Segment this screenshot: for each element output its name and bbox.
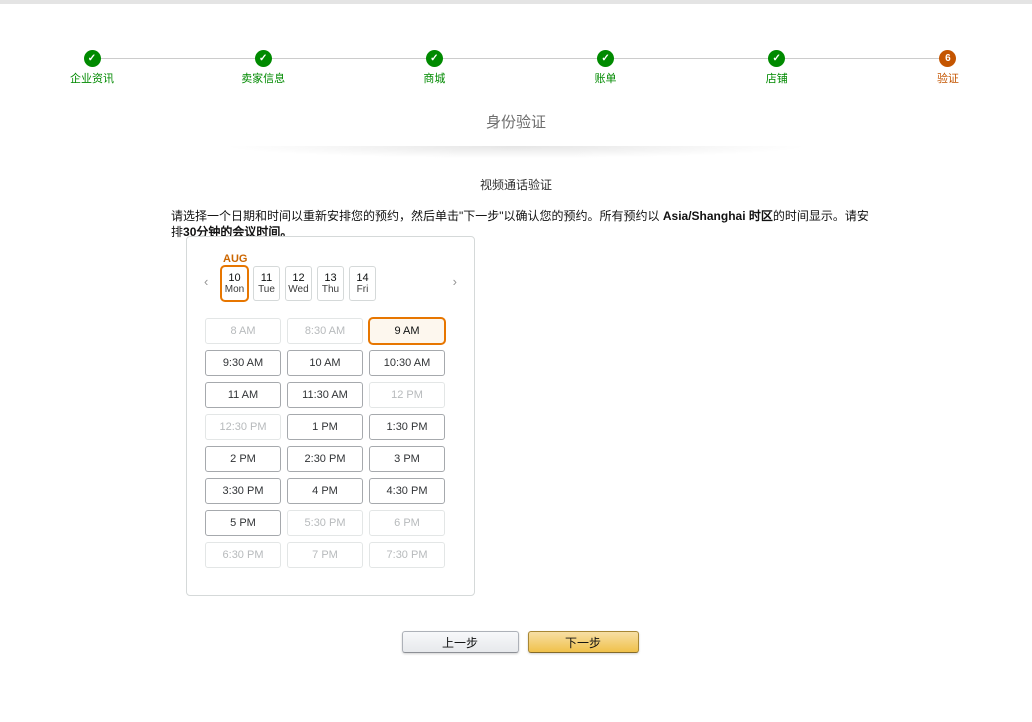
- time-slot: 6:30 PM: [205, 542, 281, 568]
- previous-step-button[interactable]: 上一步: [402, 631, 519, 653]
- time-slot[interactable]: 11 AM: [205, 382, 281, 408]
- top-divider: [0, 0, 1032, 4]
- prev-dates-chevron-icon[interactable]: ‹: [204, 275, 208, 288]
- wizard-footer: 上一步 下一步: [0, 631, 1032, 653]
- time-slot: 8 AM: [205, 318, 281, 344]
- time-slot: 12:30 PM: [205, 414, 281, 440]
- time-slot[interactable]: 4 PM: [287, 478, 363, 504]
- check-icon: ✓: [84, 50, 101, 67]
- time-slot[interactable]: 1 PM: [287, 414, 363, 440]
- time-slot: 12 PM: [369, 382, 445, 408]
- step-label: 商城: [423, 70, 445, 86]
- stepper-step-company-info: ✓ 企业资讯: [60, 50, 124, 86]
- appointment-scheduler-panel: AUG ‹ 10Mon11Tue12Wed13Thu14Fri › 8 AM8:…: [186, 236, 475, 596]
- date-card[interactable]: 14Fri: [349, 266, 376, 301]
- date-card-weekday: Thu: [322, 284, 339, 295]
- time-slot[interactable]: 9:30 AM: [205, 350, 281, 376]
- time-slot: 8:30 AM: [287, 318, 363, 344]
- date-card-day: 12: [292, 272, 304, 284]
- instruction-segment: Asia/Shanghai 时区: [663, 209, 773, 223]
- date-card-weekday: Tue: [258, 284, 275, 295]
- next-step-button[interactable]: 下一步: [528, 631, 639, 653]
- page-title: 身份验证: [0, 111, 1032, 132]
- progress-stepper: ✓ 企业资讯 ✓ 卖家信息 ✓ 商城 ✓ 账单 ✓ 店铺 6 验证: [60, 50, 980, 96]
- time-slot[interactable]: 11:30 AM: [287, 382, 363, 408]
- next-dates-chevron-icon[interactable]: ›: [453, 275, 457, 288]
- date-picker-row: 10Mon11Tue12Wed13Thu14Fri: [221, 266, 376, 301]
- check-icon: ✓: [768, 50, 785, 67]
- seller-registration-page: ✓ 企业资讯 ✓ 卖家信息 ✓ 商城 ✓ 账单 ✓ 店铺 6 验证 身份验证 视频通话验证 请选择一个…: [0, 0, 1032, 722]
- stepper-step-marketplace: ✓ 商城: [402, 50, 466, 86]
- time-slot[interactable]: 10:30 AM: [369, 350, 445, 376]
- date-card-day: 14: [356, 272, 368, 284]
- date-card-weekday: Fri: [357, 284, 369, 295]
- stepper-step-billing: ✓ 账单: [574, 50, 638, 86]
- time-slot: 7 PM: [287, 542, 363, 568]
- step-label: 验证: [937, 70, 959, 86]
- date-card[interactable]: 11Tue: [253, 266, 280, 301]
- time-slot[interactable]: 1:30 PM: [369, 414, 445, 440]
- step-label: 账单: [595, 70, 617, 86]
- date-card-weekday: Mon: [225, 284, 244, 295]
- time-slot[interactable]: 2 PM: [205, 446, 281, 472]
- time-slot: 5:30 PM: [287, 510, 363, 536]
- check-icon: ✓: [255, 50, 272, 67]
- date-card[interactable]: 13Thu: [317, 266, 344, 301]
- time-slot: 6 PM: [369, 510, 445, 536]
- stepper-step-store: ✓ 店铺: [745, 50, 809, 86]
- time-slot[interactable]: 3 PM: [369, 446, 445, 472]
- month-label: AUG: [223, 253, 247, 265]
- check-icon: ✓: [597, 50, 614, 67]
- check-icon: ✓: [426, 50, 443, 67]
- step-number-badge: 6: [939, 50, 956, 67]
- time-slot[interactable]: 4:30 PM: [369, 478, 445, 504]
- step-label: 店铺: [766, 70, 788, 86]
- stepper-step-verification: 6 验证: [916, 50, 980, 86]
- time-slot-grid: 8 AM8:30 AM9 AM 9:30 AM10 AM10:30 AM 11 AM…: [205, 318, 445, 568]
- step-label: 卖家信息: [241, 70, 285, 86]
- date-card-day: 13: [324, 272, 336, 284]
- time-slot: 7:30 PM: [369, 542, 445, 568]
- time-slot[interactable]: 5 PM: [205, 510, 281, 536]
- date-card[interactable]: 10Mon: [221, 266, 248, 301]
- stepper-step-seller-info: ✓ 卖家信息: [231, 50, 295, 86]
- date-card-weekday: Wed: [288, 284, 308, 295]
- date-card-day: 10: [228, 272, 240, 284]
- section-subtitle: 视频通话验证: [0, 176, 1032, 193]
- time-slot[interactable]: 2:30 PM: [287, 446, 363, 472]
- section-divider: [176, 146, 856, 159]
- instruction-segment: 请选择一个日期和时间以重新安排您的预约，然后单击"下一步"以确认您的预约。所有预…: [171, 209, 663, 223]
- time-slot[interactable]: 3:30 PM: [205, 478, 281, 504]
- step-label: 企业资讯: [70, 70, 114, 86]
- time-slot[interactable]: 9 AM: [369, 318, 445, 344]
- time-slot[interactable]: 10 AM: [287, 350, 363, 376]
- date-card[interactable]: 12Wed: [285, 266, 312, 301]
- date-card-day: 11: [261, 272, 272, 284]
